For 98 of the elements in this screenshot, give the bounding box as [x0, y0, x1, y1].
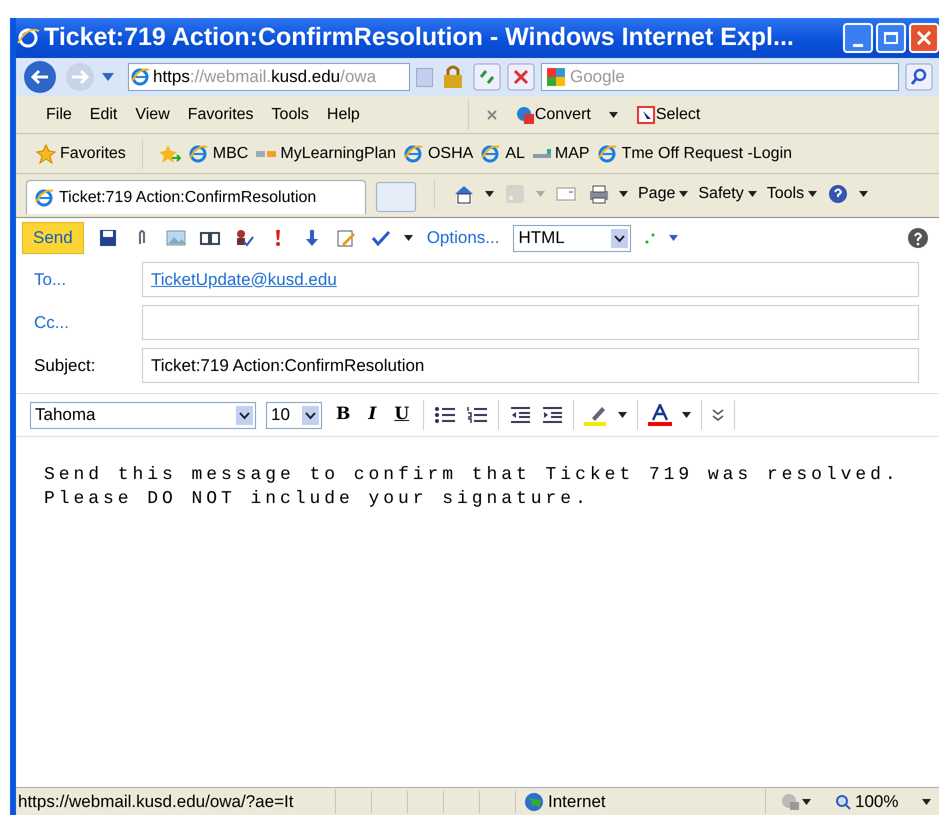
command-menu[interactable]: Tools: [766, 182, 818, 206]
back-button[interactable]: [22, 59, 58, 95]
search-button[interactable]: [905, 63, 933, 91]
increase-indent-icon[interactable]: [541, 405, 564, 425]
mlp-logo-icon: [256, 150, 276, 156]
caret-icon[interactable]: [748, 191, 757, 197]
bullet-list-icon[interactable]: [434, 405, 456, 425]
menu-item[interactable]: File: [46, 102, 72, 126]
caret-icon[interactable]: [679, 191, 688, 197]
caret-icon[interactable]: [802, 798, 811, 804]
font-size-select[interactable]: 10: [266, 402, 322, 428]
select-icon: [636, 104, 656, 124]
caret-icon[interactable]: [669, 235, 678, 241]
url-text: https://webmail.kusd.edu/owa: [153, 66, 376, 88]
favorite-link[interactable]: MBC: [188, 142, 248, 166]
menu-item[interactable]: Favorites: [188, 102, 254, 126]
close-button[interactable]: [909, 23, 939, 53]
menu-item[interactable]: Help: [326, 102, 360, 126]
convert-icon: [514, 104, 535, 124]
browser-tab[interactable]: Ticket:719 Action:ConfirmResolution: [26, 180, 366, 214]
body-text-line: Please DO NOT include your signature.: [44, 488, 591, 511]
stop-button[interactable]: [507, 63, 535, 91]
field-label: Subject:: [33, 354, 96, 377]
ie-icon: [598, 144, 618, 164]
status-url: https://webmail.kusd.edu/owa/?ae=It: [16, 788, 336, 814]
recipient-link[interactable]: Cc...: [16, 310, 134, 336]
underline-button[interactable]: U: [390, 402, 414, 428]
decrease-indent-icon[interactable]: [509, 405, 532, 425]
italic-button[interactable]: I: [364, 402, 380, 428]
font-select[interactable]: Tahoma: [30, 402, 256, 428]
favorite-link[interactable]: AL: [481, 142, 525, 166]
toolbar-link[interactable]: Select: [636, 102, 700, 126]
zoom-button[interactable]: 100%: [835, 788, 898, 814]
close-icon[interactable]: [486, 110, 497, 120]
window-title: Ticket:719 Action:ConfirmResolution - Windows Internet Expl...: [44, 22, 794, 54]
ie-icon: [404, 144, 424, 164]
pencil-paper-icon[interactable]: [336, 228, 356, 248]
caret-icon[interactable]: [618, 412, 628, 418]
send-button[interactable]: Send: [22, 222, 84, 254]
ie-icon: [481, 144, 502, 164]
caret-icon[interactable]: [404, 235, 413, 241]
print-icon[interactable]: [587, 183, 609, 205]
search-placeholder: Google: [570, 66, 625, 88]
security-zone: Internet: [516, 788, 766, 814]
command-menu[interactable]: Safety: [698, 182, 757, 206]
to-field[interactable]: TicketUpdate@kusd.edu: [142, 262, 919, 297]
caret-icon[interactable]: [619, 191, 628, 197]
options-link[interactable]: Options...: [426, 225, 500, 251]
save-icon[interactable]: [98, 228, 118, 248]
zoom-icon: [835, 794, 851, 810]
caret-icon[interactable]: [682, 412, 692, 418]
help-icon[interactable]: [907, 227, 929, 249]
favorite-link[interactable]: MyLearningPlan: [256, 142, 396, 166]
ie-icon: [188, 144, 209, 164]
field-value: Ticket:719 Action:ConfirmResolution: [151, 354, 424, 377]
recipient-link[interactable]: To...: [16, 266, 134, 292]
google-logo-icon: [546, 67, 566, 87]
highlighter-icon[interactable]: [584, 404, 608, 426]
refresh-button[interactable]: [473, 63, 501, 91]
nwea-logo-icon: [532, 149, 551, 158]
caret-icon[interactable]: [808, 191, 818, 197]
recipient-address[interactable]: TicketUpdate@kusd.edu: [151, 266, 337, 292]
image-icon[interactable]: [166, 228, 186, 248]
subject-field[interactable]: Ticket:719 Action:ConfirmResolution: [142, 348, 919, 383]
spell-check-icon[interactable]: [370, 228, 390, 248]
home-icon[interactable]: [453, 183, 475, 205]
favorite-link[interactable]: OSHA: [404, 142, 474, 166]
menu-item[interactable]: Edit: [90, 102, 118, 126]
caret-icon[interactable]: [922, 798, 932, 804]
toolbar-link[interactable]: Convert: [514, 102, 591, 126]
menu-item[interactable]: View: [135, 102, 170, 126]
recent-pages-button[interactable]: [102, 73, 114, 81]
ie-icon: [131, 67, 149, 87]
dots-icon[interactable]: [645, 231, 656, 245]
star-icon: [36, 144, 56, 164]
font-color-icon[interactable]: [648, 404, 672, 426]
ie-icon: [35, 188, 55, 208]
favorite-link[interactable]: MAP: [532, 142, 590, 166]
favorite-link[interactable]: Tme Off Request -Login: [598, 142, 792, 166]
caret-icon[interactable]: [485, 191, 494, 197]
address-field[interactable]: https://webmail.kusd.edu/owa: [128, 63, 410, 91]
minimize-button[interactable]: [843, 23, 873, 53]
caret-icon[interactable]: [608, 112, 618, 118]
message-body[interactable]: Send this message to confirm that Ticket 719 was resolved. Please DO NOT include your signature.: [16, 437, 939, 787]
cc-field[interactable]: [142, 305, 919, 340]
caret-icon[interactable]: [859, 191, 868, 197]
body-text-line: Send this message to confirm that Ticket 719 was resolved.: [44, 464, 901, 487]
globe-icon: [524, 792, 544, 812]
favorites-button[interactable]: Favorites: [36, 142, 126, 166]
numbered-list-icon[interactable]: [466, 405, 488, 425]
format-select[interactable]: HTML: [513, 224, 632, 252]
help-icon[interactable]: [827, 183, 850, 205]
menu-item[interactable]: Tools: [272, 102, 309, 126]
command-menu[interactable]: Page: [638, 182, 688, 206]
expand-toolbar-icon[interactable]: [712, 408, 724, 422]
maximize-button[interactable]: [876, 23, 906, 53]
bold-button[interactable]: B: [332, 402, 354, 428]
ie-logo-icon: [16, 26, 40, 50]
